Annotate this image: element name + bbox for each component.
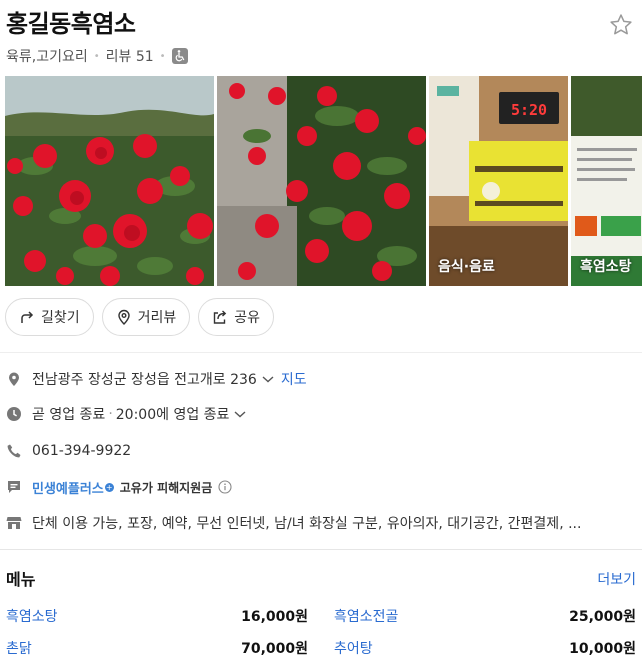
star-icon[interactable] [608, 12, 634, 38]
streetview-label: 거리뷰 [137, 310, 177, 326]
dot-separator: · [108, 406, 113, 422]
menu-item-price: 25,000원 [569, 609, 636, 625]
category-label: 육류,고기요리 [6, 49, 88, 65]
share-icon [214, 310, 227, 324]
plus-icon: + [104, 482, 114, 492]
action-bar: 길찾기 거리뷰 공유 [5, 298, 275, 336]
promo-row: 민생예플러스 + 고유가 피해지원금 [6, 476, 638, 498]
share-button[interactable]: 공유 [198, 298, 275, 336]
message-icon [8, 481, 20, 493]
menu-item[interactable]: 흑염소전골 25,000원 [334, 606, 636, 626]
place-subline: 육류,고기요리 • 리뷰 51 • [6, 46, 188, 66]
menu-item-name: 추어탕 [334, 641, 373, 657]
photo-poster[interactable]: 흑염소탕 [571, 76, 642, 286]
more-link[interactable]: 더보기 [597, 569, 636, 589]
menu-item[interactable]: 촌닭 70,000원 [6, 638, 308, 658]
address-row: 전남광주 장성군 장성읍 전고개로 236 지도 [6, 368, 638, 390]
section-divider [0, 549, 642, 550]
photo-sign-interior[interactable]: 5:20 음식·음료 [429, 76, 568, 286]
directions-icon [21, 311, 34, 323]
menu-item[interactable]: 추어탕 10,000원 [334, 638, 636, 658]
location-pin-icon [9, 372, 19, 386]
photo-label: 흑염소탕 [580, 259, 632, 275]
menu-item-price: 10,000원 [569, 641, 636, 657]
address-text: 전남광주 장성군 장성읍 전고개로 236 [32, 372, 257, 388]
directions-button[interactable]: 길찾기 [5, 298, 94, 336]
clock-icon [7, 407, 21, 421]
menu-item-name: 흑염소전골 [334, 609, 399, 625]
phone-icon [7, 444, 21, 458]
photo-label: 음식·음료 [438, 259, 495, 275]
map-link[interactable]: 지도 [281, 369, 307, 389]
streetview-button[interactable]: 거리뷰 [101, 298, 191, 336]
facilities-row: 단체 이용 가능, 포장, 예약, 무선 인터넷, 남/녀 화장실 구분, 유아… [6, 512, 638, 534]
menu-item[interactable]: 흑염소탕 16,000원 [6, 606, 308, 626]
menu-item-price: 70,000원 [241, 641, 308, 657]
hours-row: 곧 영업 종료 · 20:00에 영업 종료 [6, 403, 638, 425]
menu-item-price: 16,000원 [241, 609, 308, 625]
open-status: 곧 영업 종료 [32, 407, 106, 423]
hours-text: 20:00에 영업 종료 [115, 407, 230, 423]
place-title: 홍길동흑염소 [6, 10, 136, 38]
chevron-down-icon[interactable] [261, 372, 275, 386]
share-label: 공유 [234, 310, 261, 326]
location-pin-icon [117, 309, 130, 325]
clock-display: 5:20 [511, 101, 547, 119]
store-icon [6, 517, 22, 529]
photo-strip[interactable]: 5:20 음식·음료 흑염소탕 [5, 76, 642, 286]
dot-separator: • [159, 50, 166, 62]
promo-text[interactable]: 고유가 피해지원금 [120, 479, 213, 496]
menu-item-name: 흑염소탕 [6, 609, 58, 625]
chevron-down-icon[interactable] [233, 407, 247, 421]
phone-row: 061-394-9922 [6, 440, 638, 462]
facilities-text: 단체 이용 가능, 포장, 예약, 무선 인터넷, 남/녀 화장실 구분, 유아… [32, 516, 582, 532]
wheelchair-icon [171, 48, 188, 64]
place-header: 홍길동흑염소 육류,고기요리 • 리뷰 51 • [6, 8, 642, 74]
info-icon[interactable] [218, 480, 232, 494]
dot-separator: • [93, 50, 100, 62]
photo-roses-1[interactable] [5, 76, 214, 286]
phone-number[interactable]: 061-394-9922 [32, 443, 131, 459]
divider [0, 352, 642, 353]
directions-label: 길찾기 [41, 310, 80, 326]
review-count[interactable]: 리뷰 51 [106, 46, 154, 66]
photo-roses-2[interactable] [217, 76, 426, 286]
promo-brand[interactable]: 민생예플러스 [32, 478, 104, 497]
menu-item-name: 촌닭 [6, 641, 32, 657]
menu-title: 메뉴 [6, 570, 36, 589]
